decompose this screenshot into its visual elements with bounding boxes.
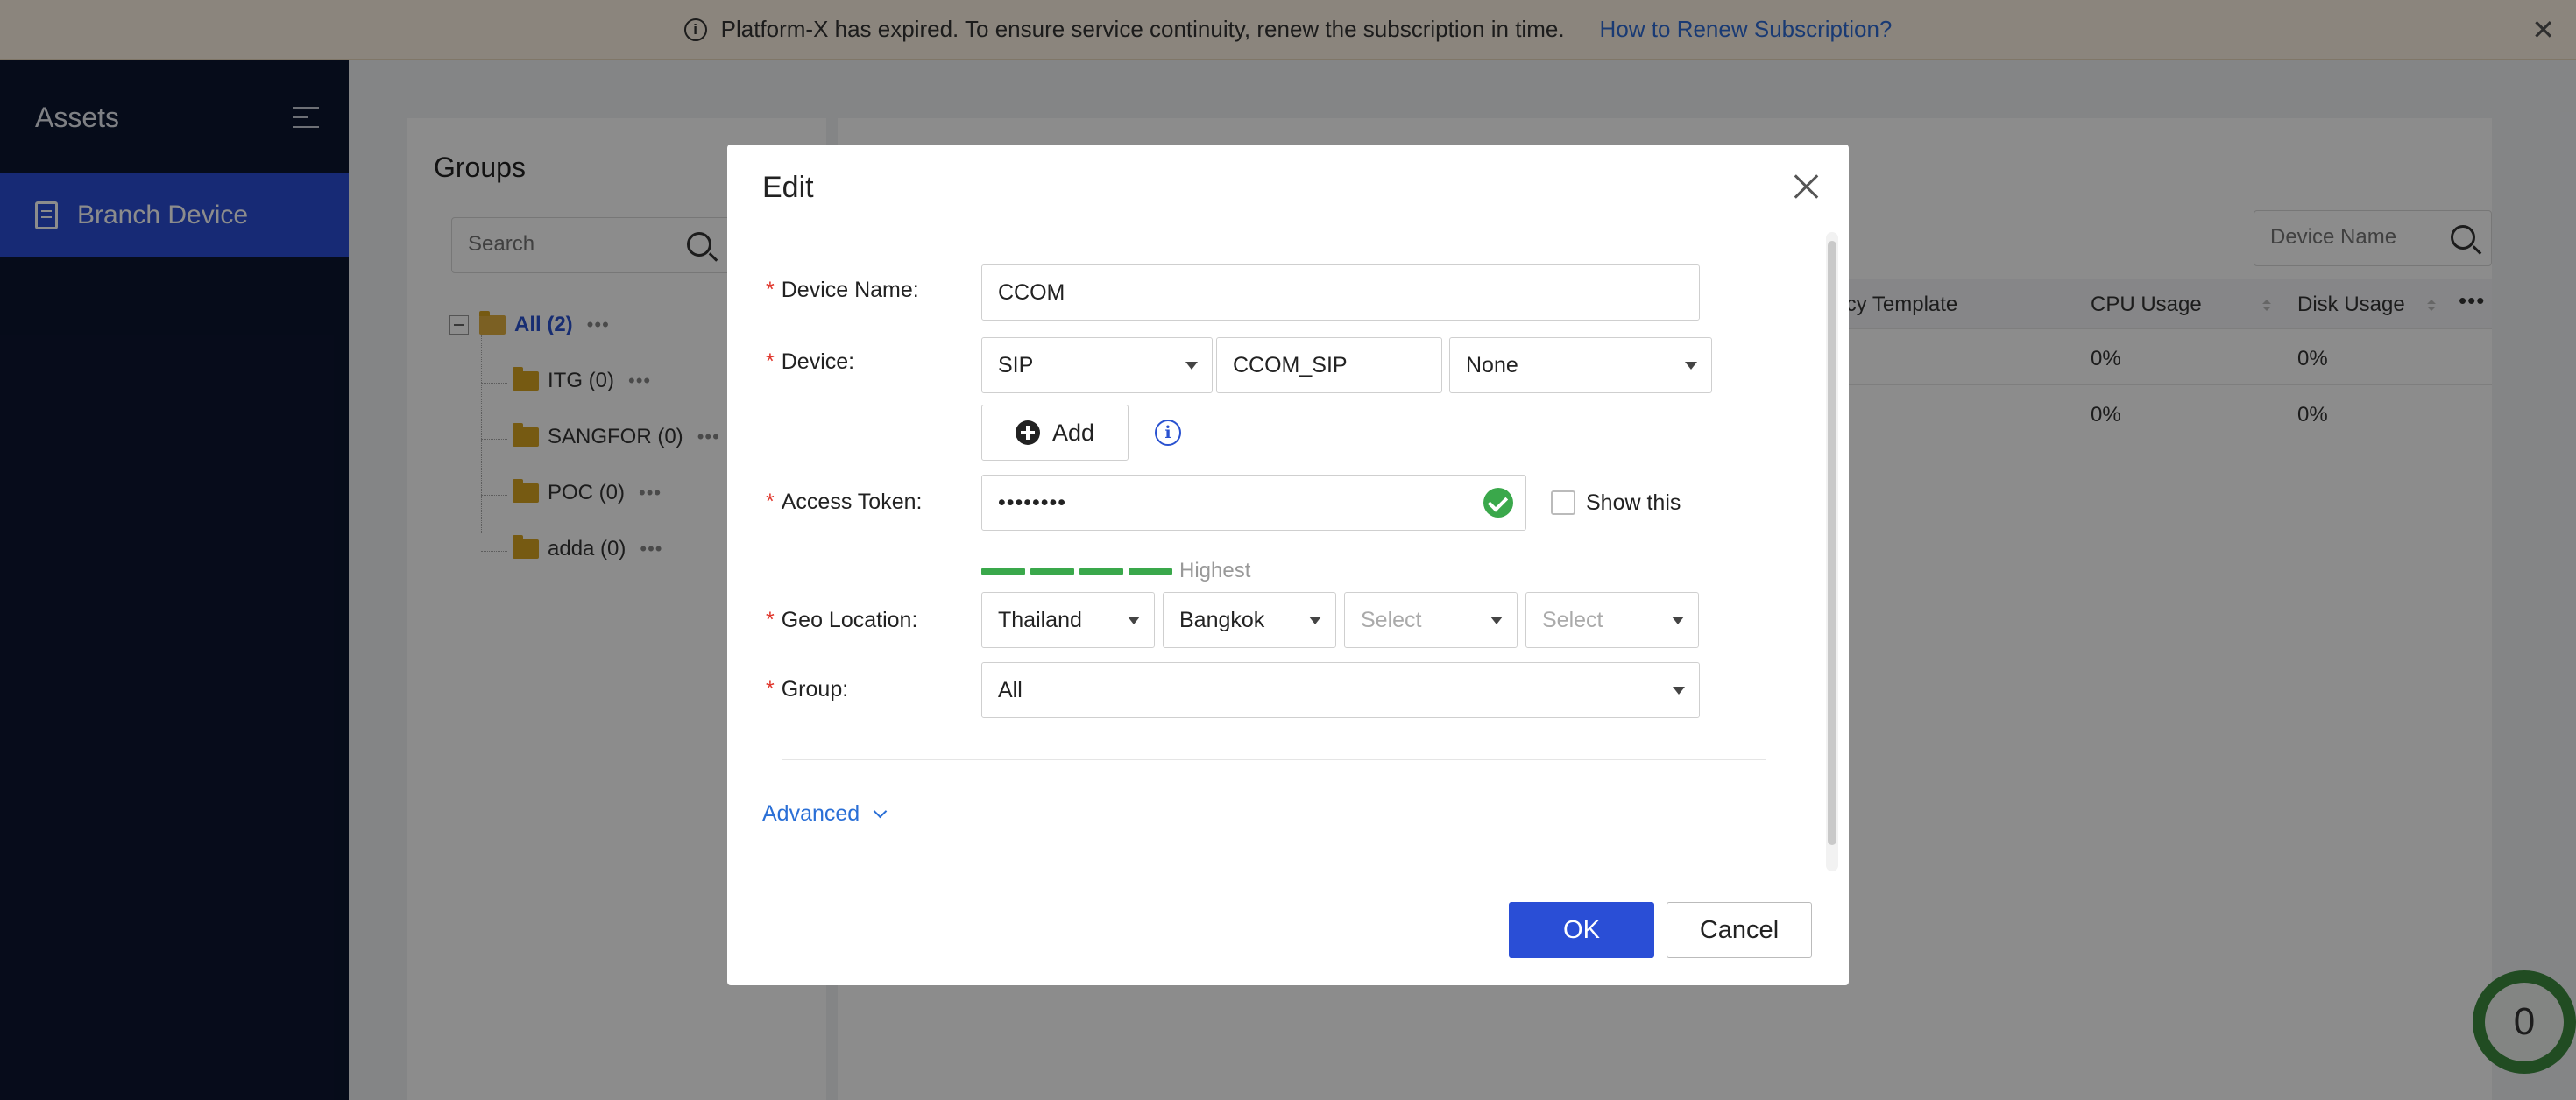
device-name-input[interactable]: CCOM [981,264,1700,321]
chevron-down-icon [1672,617,1684,624]
add-button[interactable]: Add [981,405,1129,461]
strength-label: Highest [1179,559,1251,582]
show-token-label[interactable]: Show this [1586,490,1681,516]
chevron-down-icon [1309,617,1321,624]
access-token-label: * Access Token: [766,490,923,514]
device-name-label: * Device Name: [766,278,919,302]
token-strength-meter: Highest [981,559,1250,583]
show-token-checkbox[interactable] [1551,490,1575,515]
chevron-down-icon [1685,362,1697,370]
ok-button[interactable]: OK [1509,902,1654,958]
check-circle-icon [1483,488,1513,518]
device-id-input[interactable]: CCOM_SIP [1216,337,1442,393]
edit-device-dialog: Edit * Device Name: CCOM * Device: SIP CCO… [727,145,1849,985]
chevron-down-icon [1185,362,1198,370]
device-type-select[interactable]: SIP [981,337,1213,393]
dialog-title: Edit [762,171,814,204]
close-icon[interactable] [1793,173,1819,199]
group-select[interactable]: All [981,662,1700,718]
geo-subdistrict-select[interactable]: Select [1525,592,1699,648]
geo-district-select[interactable]: Select [1344,592,1518,648]
geo-country-select[interactable]: Thailand [981,592,1155,648]
chevron-down-icon [1490,617,1503,624]
info-icon[interactable]: i [1155,420,1181,446]
chevron-down-icon [873,804,888,819]
group-label: * Group: [766,677,849,702]
divider [782,759,1766,760]
advanced-toggle[interactable]: Advanced [762,801,888,827]
plus-circle-icon [1015,420,1040,445]
geo-location-label: * Geo Location: [766,608,918,632]
dialog-scrollbar[interactable] [1826,232,1838,871]
cancel-button[interactable]: Cancel [1667,902,1812,958]
device-option-select[interactable]: None [1449,337,1712,393]
device-label: * Device: [766,349,855,374]
chevron-down-icon [1128,617,1140,624]
geo-city-select[interactable]: Bangkok [1163,592,1336,648]
chevron-down-icon [1673,687,1685,695]
access-token-input[interactable]: •••••••• [981,475,1526,531]
